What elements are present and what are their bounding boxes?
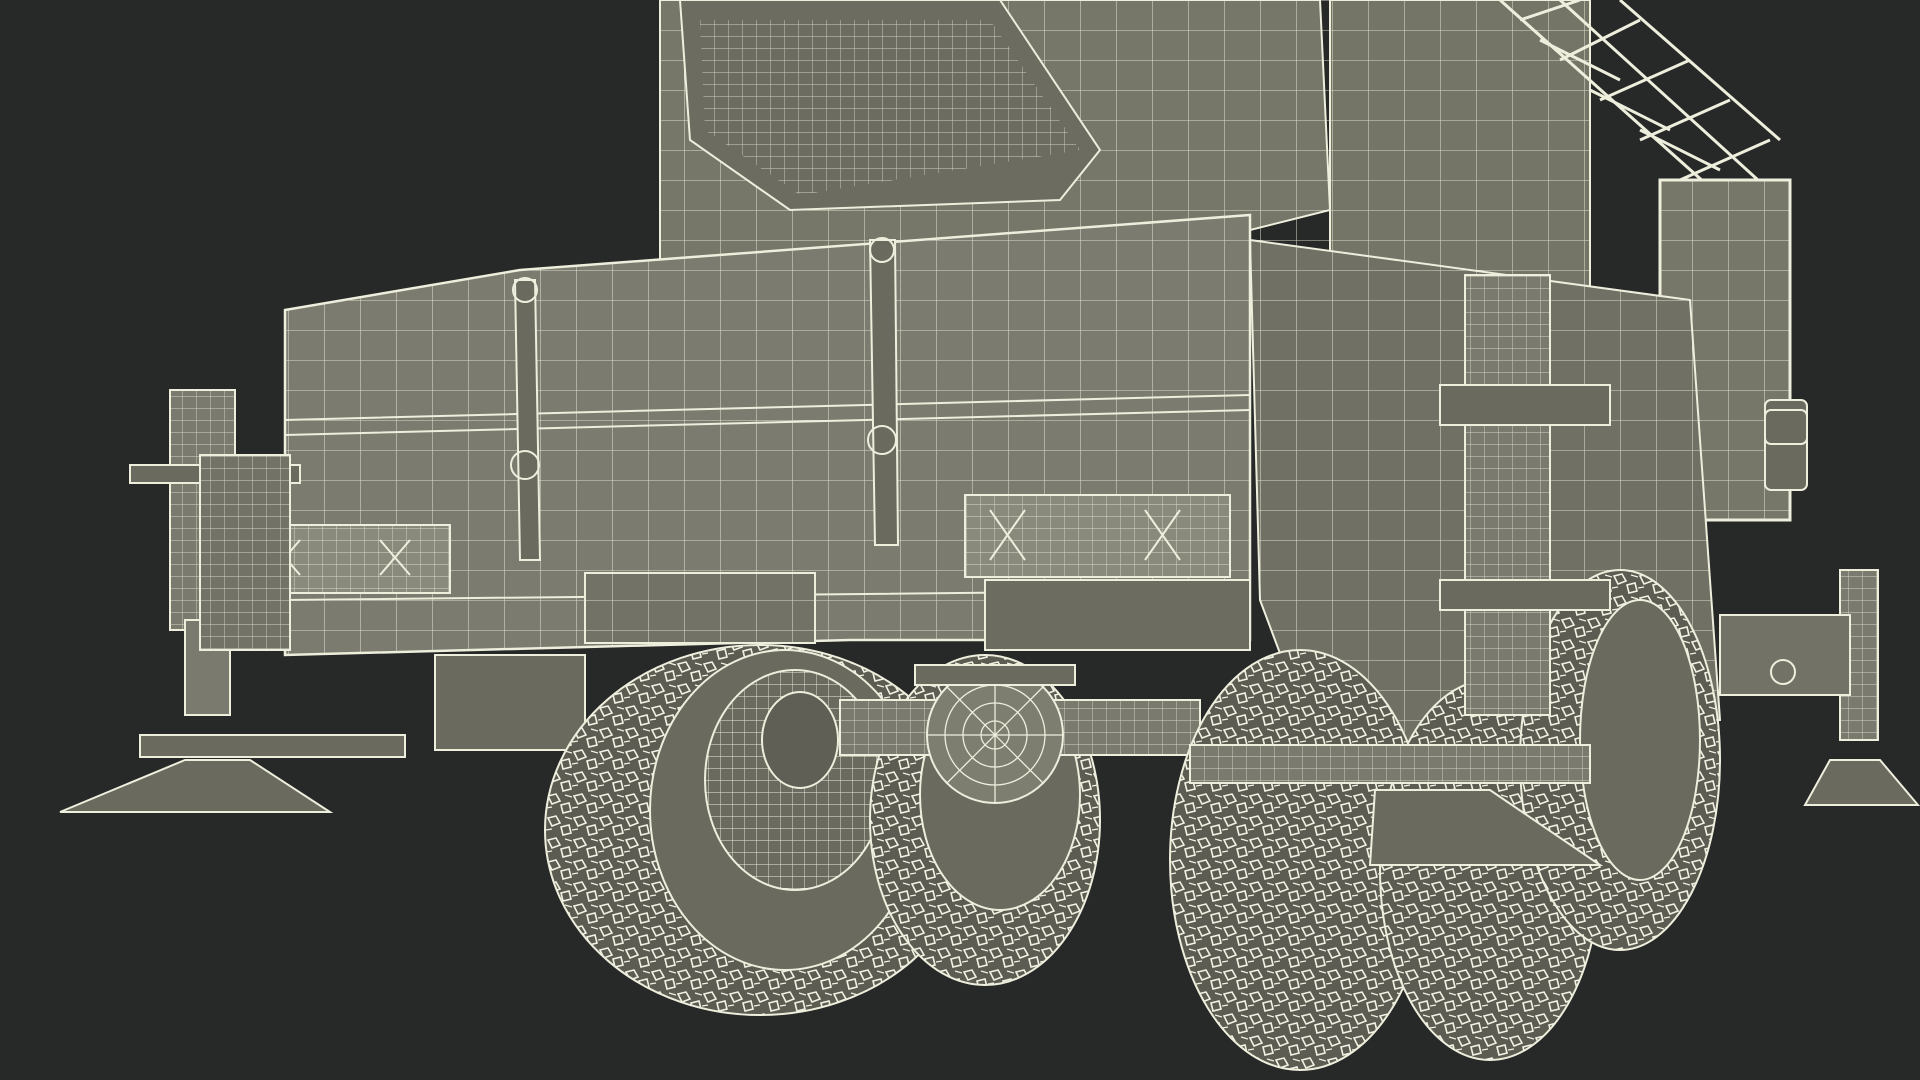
render-viewport	[0, 0, 1920, 1080]
outrigger-arm-left	[199, 454, 291, 651]
outrigger-pad	[1803, 759, 1920, 806]
tail-light-right	[964, 494, 1231, 578]
wireframe-render	[59, 0, 1920, 1071]
mudflap	[434, 654, 586, 751]
outrigger-jack-right	[1719, 569, 1920, 806]
outrigger-pad	[59, 759, 334, 813]
